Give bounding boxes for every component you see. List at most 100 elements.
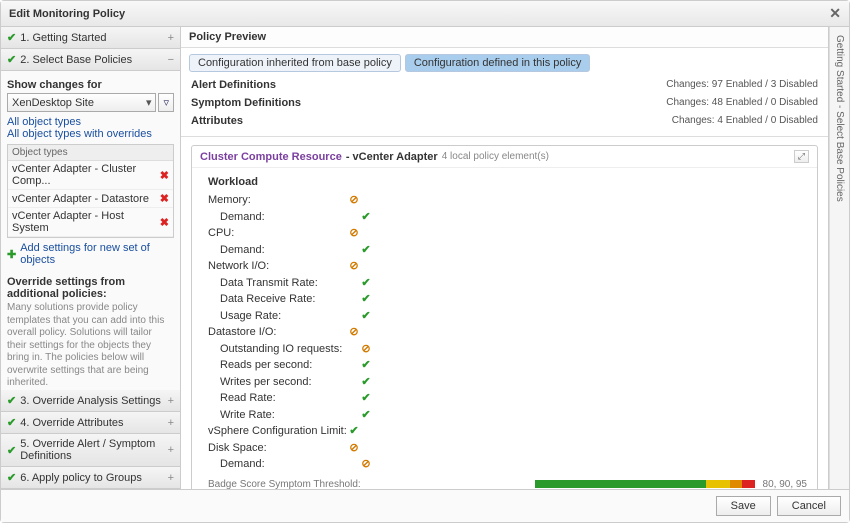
metric-name: Data Receive Rate: xyxy=(220,291,360,308)
metric-row: Read Rate:✔ xyxy=(208,390,807,407)
check-icon: ✔ xyxy=(348,423,360,440)
check-icon: ✔ xyxy=(7,416,16,429)
object-label: vCenter Adapter - Cluster Comp... xyxy=(12,163,160,187)
tab-defined[interactable]: Configuration defined in this policy xyxy=(405,54,591,72)
summary-value: Changes: 4 Enabled / 0 Disabled xyxy=(672,115,818,127)
side-strip-label: Getting Started - Select Base Policies xyxy=(834,35,845,202)
metric-row: Write Rate:✔ xyxy=(208,407,807,424)
override-description: Many solutions provide policy templates … xyxy=(7,302,174,390)
save-button[interactable]: Save xyxy=(716,496,771,516)
cancel-button[interactable]: Cancel xyxy=(777,496,841,516)
main-panel: Policy Preview Configuration inherited f… xyxy=(181,27,829,489)
summary-symptom[interactable]: Symptom Definitions Changes: 48 Enabled … xyxy=(191,94,818,112)
threshold-values: 80, 90, 95 xyxy=(763,479,807,490)
metric-name: vSphere Configuration Limit: xyxy=(208,423,348,440)
check-icon: ✔ xyxy=(360,390,372,407)
policy-preview-header: Policy Preview xyxy=(181,27,828,48)
metric-row: Demand:✔ xyxy=(208,242,807,259)
summary-value: Changes: 48 Enabled / 0 Disabled xyxy=(666,97,818,109)
summary-value: Changes: 97 Enabled / 3 Disabled xyxy=(666,79,818,91)
summary-alert[interactable]: Alert Definitions Changes: 97 Enabled / … xyxy=(191,76,818,94)
add-settings-link[interactable]: ✚ Add settings for new set of objects xyxy=(7,240,174,268)
metric-name: Reads per second: xyxy=(220,357,360,374)
step-override-alert[interactable]: ✔ 5. Override Alert / Symptom Definition… xyxy=(1,434,180,467)
filter-icon: ▿ xyxy=(163,96,169,109)
object-label: vCenter Adapter - Host System xyxy=(12,210,160,234)
section-object: Cluster Compute Resource xyxy=(200,151,342,163)
metric-name: CPU: xyxy=(208,225,348,242)
summary-block: Alert Definitions Changes: 97 Enabled / … xyxy=(181,76,828,137)
check-icon: ✔ xyxy=(7,31,16,44)
threshold-label: Badge Score Symptom Threshold: xyxy=(208,479,361,490)
step-select-base-policies[interactable]: ✔ 2. Select Base Policies − xyxy=(1,49,180,71)
disabled-icon xyxy=(348,192,360,209)
check-icon: ✔ xyxy=(360,374,372,391)
disabled-icon xyxy=(348,258,360,275)
metric-row: Usage Rate:✔ xyxy=(208,308,807,325)
remove-icon[interactable]: ✖ xyxy=(160,169,169,182)
show-changes-select[interactable]: XenDesktop Site ▾ xyxy=(7,93,156,112)
summary-label: Attributes xyxy=(191,115,243,127)
summary-attributes[interactable]: Attributes Changes: 4 Enabled / 0 Disabl… xyxy=(191,112,818,130)
check-icon: ✔ xyxy=(360,275,372,292)
metric-row: vSphere Configuration Limit:✔ xyxy=(208,423,807,440)
link-all-object-types[interactable]: All object types xyxy=(7,116,174,128)
step-label: 2. Select Base Policies xyxy=(20,54,132,66)
metric-row: Datastore I/O: xyxy=(208,324,807,341)
disabled-icon xyxy=(360,341,372,358)
disabled-icon xyxy=(348,440,360,457)
step-override-analysis[interactable]: ✔ 3. Override Analysis Settings + xyxy=(1,390,180,412)
plus-icon: ✚ xyxy=(7,248,16,261)
metric-row: Data Transmit Rate:✔ xyxy=(208,275,807,292)
close-icon[interactable]: ✕ xyxy=(829,5,841,22)
metric-row: CPU: xyxy=(208,225,807,242)
metric-row: Reads per second:✔ xyxy=(208,357,807,374)
right-side-strip[interactable]: Getting Started - Select Base Policies xyxy=(829,27,849,489)
step-label: 3. Override Analysis Settings xyxy=(20,395,161,407)
left-scroll: Show changes for XenDesktop Site ▾ ▿ All… xyxy=(1,71,180,390)
metric-name: Read Rate: xyxy=(220,390,360,407)
remove-icon[interactable]: ✖ xyxy=(160,216,169,229)
check-icon: ✔ xyxy=(360,407,372,424)
step-getting-started[interactable]: ✔ 1. Getting Started + xyxy=(1,27,180,49)
metric-name: Writes per second: xyxy=(220,374,360,391)
check-icon: ✔ xyxy=(360,291,372,308)
metric-row: Network I/O: xyxy=(208,258,807,275)
disabled-icon xyxy=(348,324,360,341)
object-row[interactable]: vCenter Adapter - Datastore ✖ xyxy=(8,190,173,208)
object-row[interactable]: vCenter Adapter - Cluster Comp... ✖ xyxy=(8,161,173,190)
check-icon: ✔ xyxy=(360,357,372,374)
metric-row: Memory: xyxy=(208,192,807,209)
step-apply-groups[interactable]: ✔ 6. Apply policy to Groups + xyxy=(1,467,180,489)
object-row[interactable]: vCenter Adapter - Host System ✖ xyxy=(8,208,173,237)
plus-icon: + xyxy=(168,395,174,407)
object-types-box: Object types vCenter Adapter - Cluster C… xyxy=(7,144,174,238)
metric-row: Data Receive Rate:✔ xyxy=(208,291,807,308)
dialog-title: Edit Monitoring Policy xyxy=(9,8,125,20)
step-label: 1. Getting Started xyxy=(20,32,106,44)
left-panel: ✔ 1. Getting Started + ✔ 2. Select Base … xyxy=(1,27,181,489)
metric-name: Outstanding IO requests: xyxy=(220,341,360,358)
step-override-attributes[interactable]: ✔ 4. Override Attributes + xyxy=(1,412,180,434)
metric-name: Memory: xyxy=(208,192,348,209)
remove-icon[interactable]: ✖ xyxy=(160,192,169,205)
disabled-icon xyxy=(348,225,360,242)
tab-inherited[interactable]: Configuration inherited from base policy xyxy=(189,54,401,72)
step-label: 6. Apply policy to Groups xyxy=(20,472,142,484)
check-icon: ✔ xyxy=(360,308,372,325)
plus-icon: + xyxy=(168,472,174,484)
dialog-title-bar: Edit Monitoring Policy ✕ xyxy=(1,1,849,27)
select-value: XenDesktop Site xyxy=(12,97,94,109)
plus-icon: + xyxy=(168,417,174,429)
object-types-header: Object types xyxy=(8,145,173,161)
check-icon: ✔ xyxy=(7,394,16,407)
threshold-bar xyxy=(535,480,755,488)
plus-icon: + xyxy=(168,32,174,44)
collapse-icon[interactable]: ⤢ xyxy=(794,150,809,163)
preview-scroll[interactable]: Cluster Compute Resource - vCenter Adapt… xyxy=(181,137,828,489)
filter-button[interactable]: ▿ xyxy=(158,93,174,112)
metric-name: Data Transmit Rate: xyxy=(220,275,360,292)
metric-name: Demand: xyxy=(220,456,360,473)
metric-name: Datastore I/O: xyxy=(208,324,348,341)
link-all-object-types-overrides[interactable]: All object types with overrides xyxy=(7,128,174,140)
